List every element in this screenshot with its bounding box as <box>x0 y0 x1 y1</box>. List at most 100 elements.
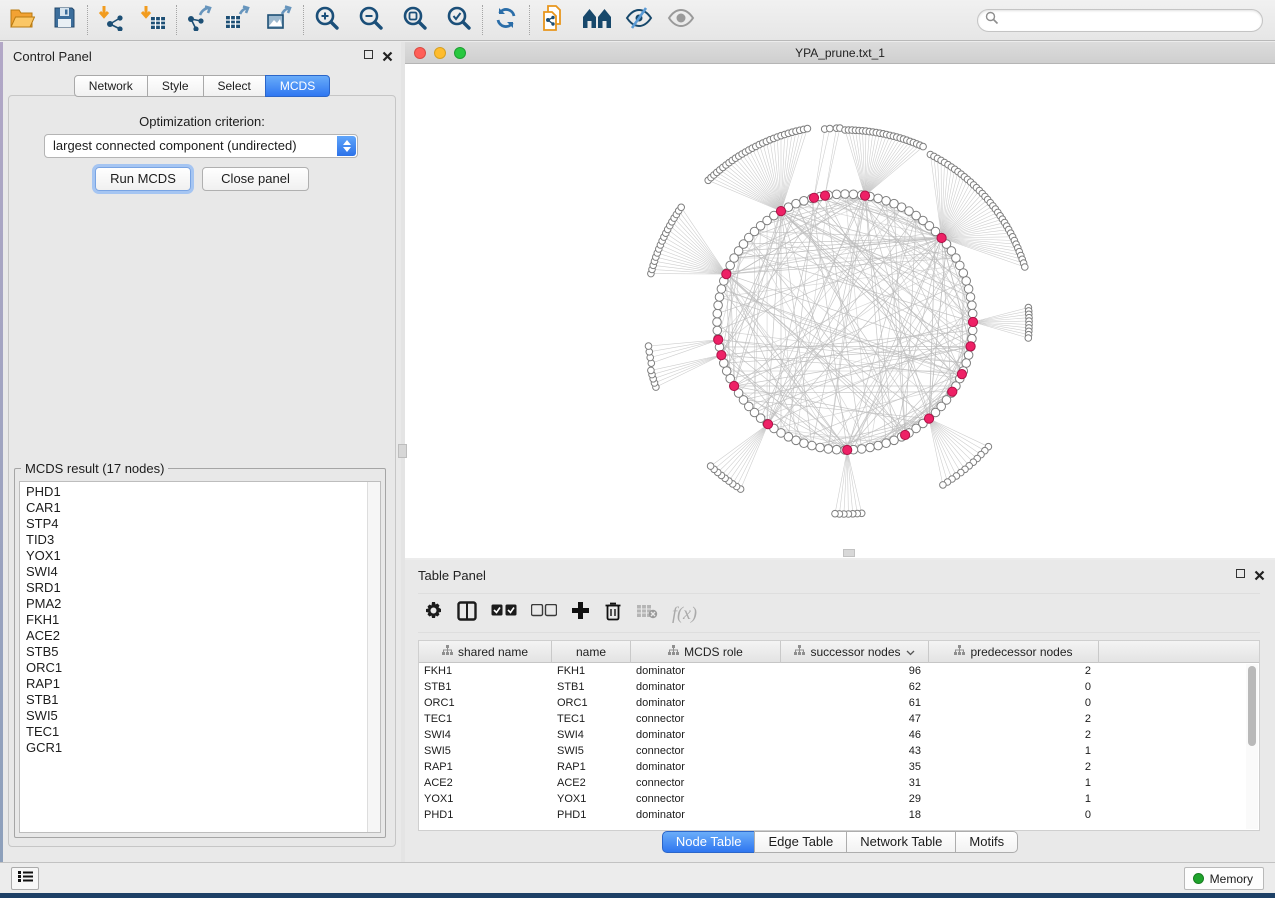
table-cell: SWI4 <box>552 727 631 743</box>
tab-select[interactable]: Select <box>203 75 266 97</box>
table-scrollbar-thumb[interactable] <box>1248 666 1256 746</box>
column-header-successor-nodes[interactable]: successor nodes <box>781 641 929 663</box>
mcds-result-item[interactable]: PHD1 <box>20 484 367 500</box>
table-cell: SWI4 <box>419 727 552 743</box>
column-header-MCDS-role[interactable]: MCDS role <box>631 641 781 663</box>
mcds-result-item[interactable]: ORC1 <box>20 660 367 676</box>
export-image-button[interactable] <box>264 4 296 36</box>
sort-descending-icon <box>906 645 915 659</box>
column-header-shared-name[interactable]: shared name <box>419 641 552 663</box>
zoom-out-button[interactable] <box>355 4 387 36</box>
table-row[interactable]: SWI5SWI5connector431 <box>419 743 1259 759</box>
table-row[interactable]: FKH1FKH1dominator962 <box>419 663 1259 679</box>
run-mcds-button[interactable]: Run MCDS <box>95 167 191 191</box>
column-header-label: name <box>576 645 606 659</box>
clone-network-button[interactable] <box>537 4 569 36</box>
tab-network[interactable]: Network <box>74 75 148 97</box>
table-row[interactable]: RAP1RAP1dominator352 <box>419 759 1259 775</box>
table-row[interactable]: PHD1PHD1dominator180 <box>419 807 1259 823</box>
mcds-list-scrollbar[interactable] <box>367 482 380 832</box>
table-cell: FKH1 <box>552 663 631 679</box>
vertical-splitter-handle[interactable] <box>398 444 407 458</box>
tab-mcds[interactable]: MCDS <box>265 75 330 97</box>
show-all-button[interactable] <box>665 4 697 36</box>
select-all-columns-button[interactable] <box>491 599 517 627</box>
close-panel-button[interactable]: Close panel <box>202 167 309 191</box>
task-history-button[interactable] <box>11 867 39 890</box>
mcds-result-item[interactable]: YOX1 <box>20 548 367 564</box>
import-table-icon <box>139 5 167 36</box>
float-panel-icon[interactable] <box>1236 569 1245 578</box>
table-cell: YOX1 <box>419 791 552 807</box>
save-session-button[interactable] <box>48 4 80 36</box>
network-canvas[interactable] <box>405 64 1275 558</box>
open-file-button[interactable] <box>6 4 38 36</box>
table-row[interactable]: ORC1ORC1dominator610 <box>419 695 1259 711</box>
table-cell: 2 <box>929 727 1099 743</box>
tab-node-table[interactable]: Node Table <box>662 831 756 853</box>
mcds-result-item[interactable]: STB5 <box>20 644 367 660</box>
mcds-result-item[interactable]: TID3 <box>20 532 367 548</box>
import-network-button[interactable] <box>95 4 127 36</box>
mcds-result-item[interactable]: ACE2 <box>20 628 367 644</box>
table-cell: connector <box>631 743 781 759</box>
table-row[interactable]: TEC1TEC1connector472 <box>419 711 1259 727</box>
table-cell: STB1 <box>419 679 552 695</box>
shared-column-icon <box>954 645 965 659</box>
deselect-all-columns-button[interactable] <box>531 599 557 627</box>
table-row[interactable]: STB1STB1dominator620 <box>419 679 1259 695</box>
mcds-result-item[interactable]: CAR1 <box>20 500 367 516</box>
export-network-button[interactable] <box>184 4 216 36</box>
mcds-result-item[interactable]: FKH1 <box>20 612 367 628</box>
column-header-predecessor-nodes[interactable]: predecessor nodes <box>929 641 1099 663</box>
close-panel-icon[interactable] <box>382 49 393 60</box>
zoom-in-button[interactable] <box>311 4 343 36</box>
horizontal-splitter-handle[interactable] <box>843 549 855 557</box>
search-field[interactable] <box>977 9 1263 32</box>
mcds-result-item[interactable]: SWI4 <box>20 564 367 580</box>
table-options-button[interactable] <box>424 599 443 627</box>
table-row[interactable]: SWI4SWI4dominator462 <box>419 727 1259 743</box>
close-panel-icon[interactable] <box>1254 568 1265 579</box>
table-cell: connector <box>631 791 781 807</box>
search-input[interactable] <box>1003 14 1262 28</box>
table-scrollbar[interactable] <box>1246 664 1258 829</box>
delete-table-button[interactable] <box>636 599 658 627</box>
apply-layout-button[interactable] <box>490 4 522 36</box>
mcds-result-item[interactable]: STB1 <box>20 692 367 708</box>
mcds-result-item[interactable]: TEC1 <box>20 724 367 740</box>
mcds-result-item[interactable]: STP4 <box>20 516 367 532</box>
mcds-result-item[interactable]: GCR1 <box>20 740 367 756</box>
tab-style[interactable]: Style <box>147 75 204 97</box>
mcds-result-item[interactable]: SWI5 <box>20 708 367 724</box>
plus-icon <box>571 601 590 625</box>
zoom-selected-button[interactable] <box>443 4 475 36</box>
column-header-name[interactable]: name <box>552 641 631 663</box>
tab-edge-table[interactable]: Edge Table <box>754 831 847 853</box>
criterion-dropdown[interactable]: largest connected component (undirected) <box>44 134 358 158</box>
optimization-criterion-label: Optimization criterion: <box>3 114 401 129</box>
mcds-result-item[interactable]: PMA2 <box>20 596 367 612</box>
table-row[interactable]: ACE2ACE2connector311 <box>419 775 1259 791</box>
float-panel-icon[interactable] <box>364 50 373 59</box>
table-cell: dominator <box>631 727 781 743</box>
delete-table-icon <box>636 603 658 624</box>
first-neighbors-button[interactable] <box>581 4 613 36</box>
memory-button[interactable]: Memory <box>1184 867 1264 890</box>
save-session-icon <box>53 6 76 34</box>
network-titlebar: YPA_prune.txt_1 <box>405 42 1275 64</box>
tab-network-table[interactable]: Network Table <box>846 831 956 853</box>
create-column-button[interactable] <box>571 599 590 627</box>
delete-column-button[interactable] <box>604 599 622 627</box>
function-builder-button[interactable]: f(x) <box>672 599 697 627</box>
network-graph[interactable] <box>405 64 1275 558</box>
import-table-button[interactable] <box>137 4 169 36</box>
mcds-result-item[interactable]: RAP1 <box>20 676 367 692</box>
show-columns-button[interactable] <box>457 599 477 627</box>
tab-motifs[interactable]: Motifs <box>955 831 1018 853</box>
mcds-result-item[interactable]: SRD1 <box>20 580 367 596</box>
hide-selected-button[interactable] <box>623 4 655 36</box>
zoom-fit-button[interactable] <box>399 4 431 36</box>
export-table-button[interactable] <box>222 4 254 36</box>
table-row[interactable]: YOX1YOX1connector291 <box>419 791 1259 807</box>
